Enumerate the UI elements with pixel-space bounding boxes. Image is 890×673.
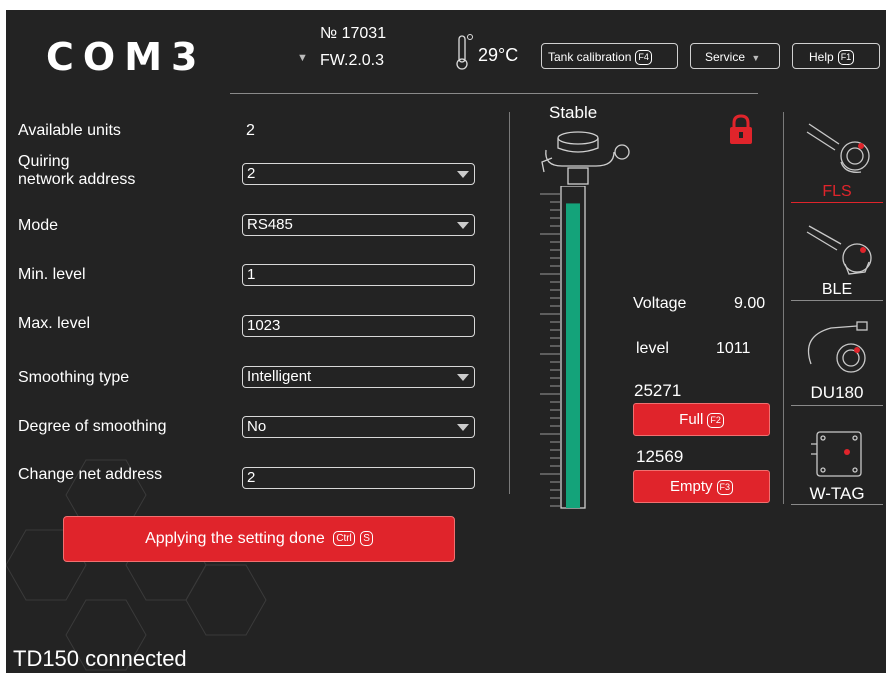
app-window: COM3 ▼ № 17031 FW.2.0.3 29°C Tank calibr… bbox=[6, 10, 886, 673]
dropdown-arrow-icon bbox=[457, 222, 469, 229]
sidebar-item-ble[interactable]: BLE bbox=[791, 212, 883, 300]
change-net-address-label: Change net address bbox=[18, 466, 163, 483]
f4-key-badge: F4 bbox=[635, 50, 652, 66]
sensor-state: Stable bbox=[549, 103, 598, 122]
available-units-label: Available units bbox=[18, 122, 121, 139]
lock-icon bbox=[730, 114, 752, 144]
service-label: Service bbox=[705, 50, 746, 64]
service-dropdown-button[interactable]: Service ▼ bbox=[690, 43, 780, 69]
sidebar-separator bbox=[791, 300, 883, 301]
ble-sensor-icon bbox=[806, 225, 872, 275]
help-button[interactable]: Help F1 bbox=[792, 43, 880, 69]
sidebar-item-du180[interactable]: DU180 bbox=[791, 310, 883, 405]
full-label: Full bbox=[679, 411, 704, 428]
degree-of-smoothing-select[interactable]: No bbox=[242, 416, 475, 438]
smoothing-type-select[interactable]: Intelligent bbox=[242, 366, 475, 388]
dropdown-arrow-icon bbox=[457, 374, 469, 381]
quiring-address-select[interactable]: 2 bbox=[242, 163, 475, 185]
header-divider bbox=[230, 93, 758, 94]
left-panel-divider bbox=[509, 112, 510, 494]
help-label: Help bbox=[809, 50, 834, 64]
voltage-label: Voltage bbox=[633, 295, 687, 312]
empty-value: 12569 bbox=[636, 447, 684, 466]
quiring-address-label: Quiring network address bbox=[18, 153, 135, 189]
tank-calibration-label: Tank calibration bbox=[548, 50, 632, 64]
du180-sensor-icon bbox=[807, 321, 868, 373]
mode-value: RS485 bbox=[247, 216, 293, 233]
degree-of-smoothing-value: No bbox=[247, 418, 267, 435]
quiring-address-label-line2: network address bbox=[18, 171, 136, 188]
empty-button[interactable]: Empty F3 bbox=[633, 470, 770, 503]
mode-label: Mode bbox=[18, 217, 59, 234]
level-gauge bbox=[540, 186, 586, 509]
device-number: № 17031 bbox=[320, 25, 387, 42]
level-value: 1011 bbox=[716, 340, 751, 357]
apply-settings-label: Applying the setting done bbox=[145, 530, 325, 547]
sidebar-item-w-tag-label: W-TAG bbox=[809, 484, 865, 503]
sidebar-item-fls[interactable]: FLS bbox=[791, 110, 883, 202]
sidebar-item-w-tag[interactable]: W-TAG bbox=[791, 420, 883, 510]
degree-of-smoothing-label: Degree of smoothing bbox=[18, 418, 167, 435]
gauge-level-fill bbox=[566, 203, 580, 509]
min-level-label: Min. level bbox=[18, 266, 86, 283]
voltage-value: 9.00 bbox=[734, 295, 766, 312]
sidebar-item-du180-label: DU180 bbox=[810, 383, 864, 402]
tank-calibration-button[interactable]: Tank calibration F4 bbox=[541, 43, 678, 69]
full-value: 25271 bbox=[634, 381, 682, 400]
fls-sensor-icon bbox=[806, 123, 870, 173]
app-logo: COM3 bbox=[46, 35, 207, 79]
max-level-label: Max. level bbox=[18, 315, 91, 332]
sensor-head-icon bbox=[541, 131, 630, 185]
empty-label: Empty bbox=[669, 478, 713, 495]
temperature-readout: 29°C bbox=[478, 45, 519, 65]
f2-key-badge: F2 bbox=[707, 412, 724, 428]
firmware-version: FW.2.0.3 bbox=[320, 52, 385, 69]
sidebar-item-ble-label: BLE bbox=[821, 281, 853, 298]
change-net-address-input[interactable]: 2 bbox=[242, 467, 475, 489]
sidebar-separator bbox=[791, 504, 883, 505]
sidebar-item-fls-label: FLS bbox=[822, 183, 852, 200]
min-level-input[interactable]: 1 bbox=[242, 264, 475, 286]
sidebar-separator bbox=[791, 405, 883, 406]
sidebar-divider bbox=[783, 112, 784, 504]
dropdown-arrow-icon bbox=[457, 424, 469, 431]
sidebar-active-indicator bbox=[791, 202, 883, 203]
dropdown-arrow-icon bbox=[457, 171, 469, 178]
connection-status: TD150 connected bbox=[13, 646, 187, 671]
thermometer-icon bbox=[456, 34, 473, 70]
smoothing-type-label: Smoothing type bbox=[18, 369, 130, 386]
f3-key-badge: F3 bbox=[716, 479, 734, 495]
ctrl-key-badge: Ctrl bbox=[333, 531, 355, 547]
s-key-badge: S bbox=[360, 531, 373, 547]
smoothing-type-value: Intelligent bbox=[247, 368, 312, 385]
available-units-value: 2 bbox=[246, 122, 255, 139]
mode-select[interactable]: RS485 bbox=[242, 214, 475, 236]
quiring-address-value: 2 bbox=[247, 165, 256, 182]
level-label: level bbox=[636, 340, 669, 357]
device-dropdown-caret-icon[interactable]: ▼ bbox=[297, 52, 308, 64]
max-level-input[interactable]: 1023 bbox=[242, 315, 475, 337]
apply-settings-button[interactable]: Applying the setting done Ctrl S bbox=[63, 516, 455, 562]
quiring-address-label-line1: Quiring bbox=[18, 153, 70, 170]
w-tag-sensor-icon bbox=[811, 431, 862, 477]
full-button[interactable]: Full F2 bbox=[633, 403, 770, 436]
chevron-down-icon: ▼ bbox=[751, 53, 761, 63]
f1-key-badge: F1 bbox=[837, 50, 855, 66]
